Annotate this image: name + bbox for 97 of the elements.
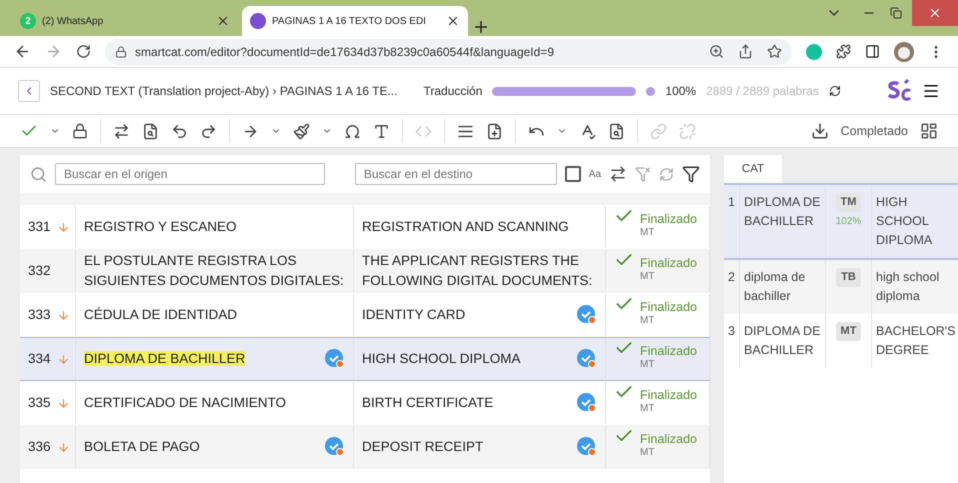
lock-icon xyxy=(115,46,127,58)
target-text: BIRTH CERTIFICATE xyxy=(362,394,494,412)
reload-icon[interactable] xyxy=(76,44,91,59)
segment-number: 334 xyxy=(28,350,51,368)
origin-label: MT xyxy=(640,446,656,460)
search-icon[interactable] xyxy=(30,166,47,182)
lock-icon[interactable] xyxy=(72,123,88,139)
source-text: REGISTRO Y ESCANEO xyxy=(84,219,237,234)
segment-number: 336 xyxy=(28,438,51,456)
star-icon[interactable] xyxy=(767,44,782,59)
target-text: REGISTRATION AND SCANNING xyxy=(362,218,570,236)
address-field[interactable]: smartcat.com/editor?documentId=de17634d37b8239c0a60544f&languageId=9 xyxy=(105,38,792,64)
swap-icon[interactable] xyxy=(113,122,130,140)
status-text: Finalizado xyxy=(640,212,697,226)
site-icon: 2 xyxy=(20,13,36,29)
menu-icon[interactable] xyxy=(922,82,940,100)
new-tab-icon[interactable] xyxy=(472,18,490,36)
source-search-field[interactable]: Buscar en el origen xyxy=(55,163,325,185)
back-button[interactable] xyxy=(18,80,40,102)
match-index: 3 xyxy=(728,323,735,340)
match-type: TM xyxy=(836,193,862,212)
close-icon xyxy=(928,6,942,20)
share-icon[interactable] xyxy=(738,44,753,59)
target-text: THE APPLICANT REGISTERS THE FOLLOWING DIGITAL DOCUMENTS: xyxy=(362,252,594,290)
segment-row[interactable]: 334 DIPLOMA DE BACHILLER HIGH SCHOOL DIPLOMA Finalizado MT xyxy=(20,337,710,381)
segment-number: 331 xyxy=(28,218,51,236)
origin-label: MT xyxy=(640,270,656,284)
match-type: TB xyxy=(836,268,861,287)
word-count: 2889 / 2889 palabras xyxy=(706,84,819,98)
filter-icon[interactable] xyxy=(682,165,700,183)
match-case-label: Aa xyxy=(588,168,602,180)
status-label: Completado xyxy=(840,124,908,138)
match-index: 1 xyxy=(728,194,735,211)
target-text: DEPOSIT RECEIPT xyxy=(362,438,484,456)
match-target: high school diploma xyxy=(876,269,940,305)
segment-number: 333 xyxy=(28,306,51,324)
stage-label: Traducción xyxy=(423,84,482,98)
redo-icon[interactable] xyxy=(200,122,217,140)
status-text: Finalizado xyxy=(640,300,697,314)
download-icon[interactable] xyxy=(810,122,829,140)
target-search-field[interactable]: Buscar en el destino xyxy=(354,163,557,185)
progress-percent: 100% xyxy=(665,84,696,98)
progress-dot xyxy=(646,86,656,96)
target-text: HIGH SCHOOL DIPLOMA xyxy=(362,350,522,368)
target-text: IDENTITY CARD xyxy=(362,306,466,324)
puzzle-icon[interactable] xyxy=(836,44,851,59)
segment-number: 332 xyxy=(28,262,51,280)
zoom-icon[interactable] xyxy=(709,44,724,59)
text-size-icon[interactable] xyxy=(373,122,390,140)
match-row[interactable]: 2 diploma de bachiller TB high school diploma xyxy=(724,260,958,314)
source-text: CÉDULA DE IDENTIDAD xyxy=(84,307,238,322)
restore-icon[interactable] xyxy=(890,7,902,19)
breadcrumb[interactable]: SECOND TEXT (Translation project-Aby) › PAGINAS 1 A 16 TE... xyxy=(50,84,398,98)
source-text: CERTIFICADO DE NACIMIENTO xyxy=(84,395,286,410)
file-plus-icon[interactable] xyxy=(486,122,503,140)
match-type: MT xyxy=(836,322,862,341)
origin-label: MT xyxy=(640,358,656,372)
status-text: Finalizado xyxy=(640,256,697,270)
side-panel-icon[interactable] xyxy=(865,44,880,59)
segment-row[interactable]: 336 BOLETA DE PAGO DEPOSIT RECEIPT Finalizado MT xyxy=(20,425,710,469)
match-percent: 102% xyxy=(836,215,862,229)
match-index: 2 xyxy=(728,269,735,286)
replace-icon[interactable] xyxy=(609,165,628,183)
site-icon xyxy=(250,13,266,29)
match-target: BACHELOR'S DEGREE xyxy=(876,323,956,359)
cat-tab[interactable]: CAT xyxy=(724,155,782,183)
undo-icon[interactable] xyxy=(171,122,188,140)
origin-label: MT xyxy=(640,402,656,416)
omega-icon[interactable] xyxy=(344,122,361,140)
segment-number: 335 xyxy=(28,394,51,412)
back-icon[interactable] xyxy=(14,43,31,60)
segment-row[interactable]: 332 EL POSTULANTE REGISTRA LOS SIGUIENTES DOCUMENTOS DIGITALES: THE APPLICANT REGISTERS THE FOLLOWING DIGITAL DOCUMENTS: Finalizado MT xyxy=(20,249,710,293)
close-icon[interactable] xyxy=(446,14,460,28)
match-row[interactable]: 1 DIPLOMA DE BACHILLER TM 102% HIGH SCHOOL DIPLOMA xyxy=(724,183,958,260)
origin-label: MT xyxy=(640,314,656,328)
status-text: Finalizado xyxy=(640,344,697,358)
source-text: EL POSTULANTE REGISTRA LOS SIGUIENTES DOCUMENTOS DIGITALES: xyxy=(84,253,344,288)
sync-icon[interactable] xyxy=(828,85,841,97)
avatar-icon[interactable] xyxy=(894,42,914,62)
match-source: diploma de bachiller xyxy=(744,269,806,305)
origin-label: MT xyxy=(640,226,656,240)
status-text: Finalizado xyxy=(640,432,697,446)
logo-icon xyxy=(886,79,912,103)
find-icon[interactable] xyxy=(142,122,159,140)
match-target: HIGH SCHOOL DIPLOMA xyxy=(876,194,934,249)
browser-tab[interactable]: 2 (2) WhatsApp xyxy=(12,6,238,36)
brush-icon[interactable] xyxy=(293,122,310,140)
match-source: DIPLOMA DE BACHILLER xyxy=(744,194,821,230)
table-search-icon[interactable] xyxy=(608,122,625,140)
source-text: DIPLOMA DE BACHILLER xyxy=(84,351,246,366)
match-case-checkbox[interactable] xyxy=(564,166,581,182)
close-icon[interactable] xyxy=(216,14,230,28)
source-text: BOLETA DE PAGO xyxy=(84,439,200,454)
layout-icon[interactable] xyxy=(920,122,938,140)
browser-tab[interactable]: PAGINAS 1 A 16 TEXTO DOS EDI xyxy=(242,6,468,36)
match-source: DIPLOMA DE BACHILLER xyxy=(744,323,821,359)
status-text: Finalizado xyxy=(640,388,697,402)
